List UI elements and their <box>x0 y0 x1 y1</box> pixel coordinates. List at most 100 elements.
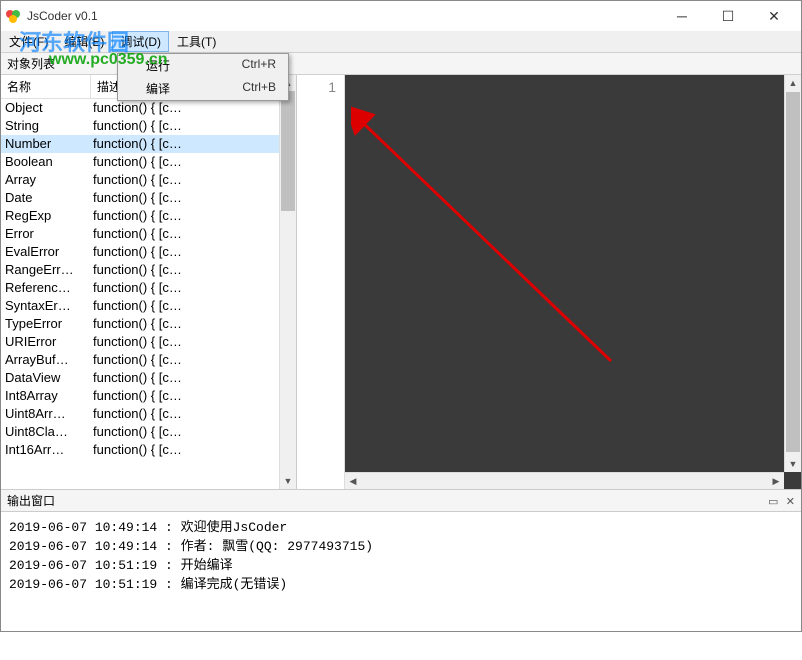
table-row[interactable]: RangeErr…function() { [c… <box>1 261 296 279</box>
main-area: 名称 描述 Objectfunction() { [c…Stringfuncti… <box>1 75 801 489</box>
menu-run-shortcut: Ctrl+R <box>242 57 276 74</box>
cell-desc: function() { [c… <box>93 369 292 387</box>
cell-name: RangeErr… <box>5 261 93 279</box>
cell-desc: function() { [c… <box>93 99 292 117</box>
debug-dropdown: 运行 Ctrl+R 编译 Ctrl+B <box>117 53 289 101</box>
cell-desc: function() { [c… <box>93 333 292 351</box>
scroll-right-icon[interactable]: ▶ <box>768 473 784 489</box>
menu-tools[interactable]: 工具(T) <box>169 31 224 52</box>
cell-name: Int8Array <box>5 387 93 405</box>
menu-debug[interactable]: 调试(D) <box>112 31 169 52</box>
cell-desc: function() { [c… <box>93 207 292 225</box>
cell-name: EvalError <box>5 243 93 261</box>
app-window: JsCoder v0.1 ─ ☐ ✕ 文件(F) 编辑(E) 调试(D) 工具(… <box>0 0 802 632</box>
menu-compile-label: 编译 <box>146 80 170 97</box>
table-row[interactable]: Stringfunction() { [c… <box>1 117 296 135</box>
menu-run-label: 运行 <box>146 57 170 74</box>
cell-name: ArrayBuf… <box>5 351 93 369</box>
output-title-text: 输出窗口 <box>7 492 55 509</box>
table-row[interactable]: ArrayBuf…function() { [c… <box>1 351 296 369</box>
cell-desc: function() { [c… <box>93 297 292 315</box>
editor-hscrollbar[interactable]: ◀ ▶ <box>345 472 784 489</box>
scroll-down-icon[interactable]: ▼ <box>280 473 296 489</box>
close-button[interactable]: ✕ <box>751 1 797 31</box>
cell-desc: function() { [c… <box>93 351 292 369</box>
cell-name: URIError <box>5 333 93 351</box>
cell-name: Uint8Cla… <box>5 423 93 441</box>
scroll-thumb[interactable] <box>786 92 800 452</box>
maximize-button[interactable]: ☐ <box>705 1 751 31</box>
cell-name: Referenc… <box>5 279 93 297</box>
editor-vscrollbar[interactable]: ▲ ▼ <box>784 75 801 472</box>
line-gutter: 1 <box>297 75 345 489</box>
table-row[interactable]: Numberfunction() { [c… <box>1 135 296 153</box>
cell-desc: function() { [c… <box>93 387 292 405</box>
cell-desc: function() { [c… <box>93 135 292 153</box>
cell-name: TypeError <box>5 315 93 333</box>
cell-desc: function() { [c… <box>93 171 292 189</box>
table-row[interactable]: Uint8Cla…function() { [c… <box>1 423 296 441</box>
menu-run[interactable]: 运行 Ctrl+R <box>118 54 288 77</box>
cell-name: String <box>5 117 93 135</box>
cell-name: Array <box>5 171 93 189</box>
scroll-left-icon[interactable]: ◀ <box>345 473 361 489</box>
table-row[interactable]: Int16Arr…function() { [c… <box>1 441 296 459</box>
cell-name: Number <box>5 135 93 153</box>
cell-name: Date <box>5 189 93 207</box>
table-row[interactable]: URIErrorfunction() { [c… <box>1 333 296 351</box>
cell-desc: function() { [c… <box>93 261 292 279</box>
column-name[interactable]: 名称 <box>1 75 91 98</box>
cell-name: RegExp <box>5 207 93 225</box>
table-row[interactable]: SyntaxEr…function() { [c… <box>1 297 296 315</box>
titlebar: JsCoder v0.1 ─ ☐ ✕ <box>1 1 801 31</box>
cell-desc: function() { [c… <box>93 315 292 333</box>
table-row[interactable]: Int8Arrayfunction() { [c… <box>1 387 296 405</box>
table-row[interactable]: RegExpfunction() { [c… <box>1 207 296 225</box>
cell-desc: function() { [c… <box>93 423 292 441</box>
output-close-icon[interactable]: ✕ <box>786 496 795 508</box>
menu-file[interactable]: 文件(F) <box>1 31 56 52</box>
scroll-down-icon[interactable]: ▼ <box>785 456 801 472</box>
cell-name: Error <box>5 225 93 243</box>
table-row[interactable]: EvalErrorfunction() { [c… <box>1 243 296 261</box>
line-number: 1 <box>297 79 336 95</box>
cell-desc: function() { [c… <box>93 117 292 135</box>
cell-name: Boolean <box>5 153 93 171</box>
table-row[interactable]: DataViewfunction() { [c… <box>1 369 296 387</box>
cell-desc: function() { [c… <box>93 189 292 207</box>
code-area[interactable] <box>345 75 801 489</box>
cell-name: Object <box>5 99 93 117</box>
sidebar-scrollbar[interactable]: ▲ ▼ <box>279 75 296 489</box>
output-undock-icon[interactable]: ▭ <box>768 496 778 508</box>
cell-name: Uint8Arr… <box>5 405 93 423</box>
table-row[interactable]: Booleanfunction() { [c… <box>1 153 296 171</box>
table-body: Objectfunction() { [c…Stringfunction() {… <box>1 99 296 489</box>
table-row[interactable]: Errorfunction() { [c… <box>1 225 296 243</box>
cell-desc: function() { [c… <box>93 441 292 459</box>
table-row[interactable]: Objectfunction() { [c… <box>1 99 296 117</box>
menu-edit[interactable]: 编辑(E) <box>56 31 112 52</box>
object-list-panel: 名称 描述 Objectfunction() { [c…Stringfuncti… <box>1 75 297 489</box>
code-editor[interactable]: 1 ▲ ▼ ◀ ▶ <box>297 75 801 489</box>
app-icon <box>5 8 21 24</box>
menubar: 文件(F) 编辑(E) 调试(D) 工具(T) 运行 Ctrl+R 编译 Ctr… <box>1 31 801 53</box>
cell-desc: function() { [c… <box>93 279 292 297</box>
menu-compile-shortcut: Ctrl+B <box>242 80 276 97</box>
window-title: JsCoder v0.1 <box>27 9 659 23</box>
cell-desc: function() { [c… <box>93 405 292 423</box>
cell-desc: function() { [c… <box>93 243 292 261</box>
output-panel[interactable]: 2019-06-07 10:49:14 : 欢迎使用JsCoder 2019-0… <box>1 512 801 660</box>
cell-desc: function() { [c… <box>93 153 292 171</box>
table-row[interactable]: TypeErrorfunction() { [c… <box>1 315 296 333</box>
menu-compile[interactable]: 编译 Ctrl+B <box>118 77 288 100</box>
cell-name: Int16Arr… <box>5 441 93 459</box>
cell-name: DataView <box>5 369 93 387</box>
scroll-up-icon[interactable]: ▲ <box>785 75 801 91</box>
table-row[interactable]: Arrayfunction() { [c… <box>1 171 296 189</box>
table-row[interactable]: Referenc…function() { [c… <box>1 279 296 297</box>
cell-name: SyntaxEr… <box>5 297 93 315</box>
scroll-thumb[interactable] <box>281 91 295 211</box>
table-row[interactable]: Uint8Arr…function() { [c… <box>1 405 296 423</box>
minimize-button[interactable]: ─ <box>659 1 705 31</box>
table-row[interactable]: Datefunction() { [c… <box>1 189 296 207</box>
